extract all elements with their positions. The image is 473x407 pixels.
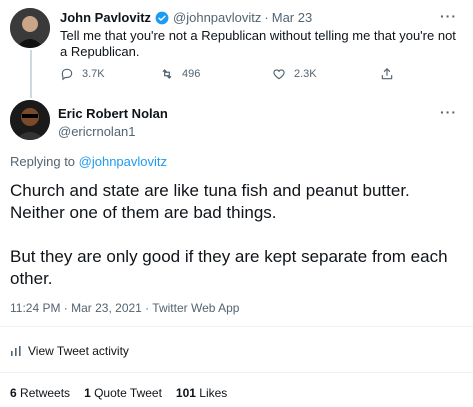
activity-label: View Tweet activity <box>28 344 129 358</box>
view-tweet-activity-link[interactable]: View Tweet activity <box>10 344 129 358</box>
quotes-label: Quote Tweet <box>94 386 162 400</box>
like-button[interactable]: 2.3K <box>272 67 380 81</box>
retweets-count: 6 <box>10 386 17 400</box>
original-more-button[interactable]: ··· <box>440 8 457 24</box>
like-count: 2.3K <box>294 68 317 80</box>
reply-more-button[interactable]: ··· <box>440 104 457 120</box>
activity-icon <box>11 346 21 356</box>
likes-label: Likes <box>199 386 228 400</box>
replying-to-line: Replying to @johnpavlovitz <box>10 154 167 169</box>
retweet-button[interactable]: 496 <box>160 67 272 81</box>
share-button[interactable] <box>380 67 402 81</box>
retweets-stat[interactable]: 6 Retweets <box>10 386 70 400</box>
avatar-john-pavlovitz[interactable] <box>10 8 50 48</box>
divider-bottom <box>0 372 473 373</box>
retweet-icon <box>162 69 172 79</box>
verified-icon <box>155 11 169 25</box>
replying-to-link[interactable]: @johnpavlovitz <box>79 154 167 169</box>
retweets-label: Retweets <box>20 386 71 400</box>
reply-icon <box>61 68 73 81</box>
avatar-eric-robert-nolan[interactable] <box>10 100 50 140</box>
retweet-count: 496 <box>182 68 201 80</box>
likes-stat[interactable]: 101 Likes <box>176 386 227 400</box>
share-icon <box>381 68 393 80</box>
tweet-stats: 6 Retweets 1 Quote Tweet 101 Likes <box>10 386 241 400</box>
quote-tweets-stat[interactable]: 1 Quote Tweet <box>84 386 162 400</box>
tweet-timestamp[interactable]: 11:24 PM · Mar 23, 2021 · Twitter Web Ap… <box>10 301 239 315</box>
original-tweet-date[interactable]: Mar 23 <box>272 10 312 25</box>
original-tweet-actions: 3.7K 496 2.3K <box>60 67 402 81</box>
reply-author-handle[interactable]: @ericrnolan1 <box>58 124 136 139</box>
original-tweet-text: Tell me that you're not a Republican wit… <box>60 28 456 59</box>
original-author-handle[interactable]: @johnpavlovitz <box>173 10 261 25</box>
reply-tweet-text: Church and state are like tuna fish and … <box>10 181 448 288</box>
reply-author-name[interactable]: Eric Robert Nolan <box>58 106 168 121</box>
original-tweet-header: John Pavlovitz @johnpavlovitz · Mar 23 <box>60 10 312 25</box>
like-icon <box>273 69 285 80</box>
divider-top <box>0 326 473 327</box>
reply-count: 3.7K <box>82 68 105 80</box>
replying-prefix: Replying to <box>10 154 79 169</box>
quotes-count: 1 <box>84 386 91 400</box>
original-author-name[interactable]: John Pavlovitz <box>60 10 151 25</box>
thread-connector-line <box>30 50 32 98</box>
likes-count: 101 <box>175 386 196 400</box>
reply-button[interactable]: 3.7K <box>60 67 160 81</box>
header-separator: · <box>264 10 269 25</box>
